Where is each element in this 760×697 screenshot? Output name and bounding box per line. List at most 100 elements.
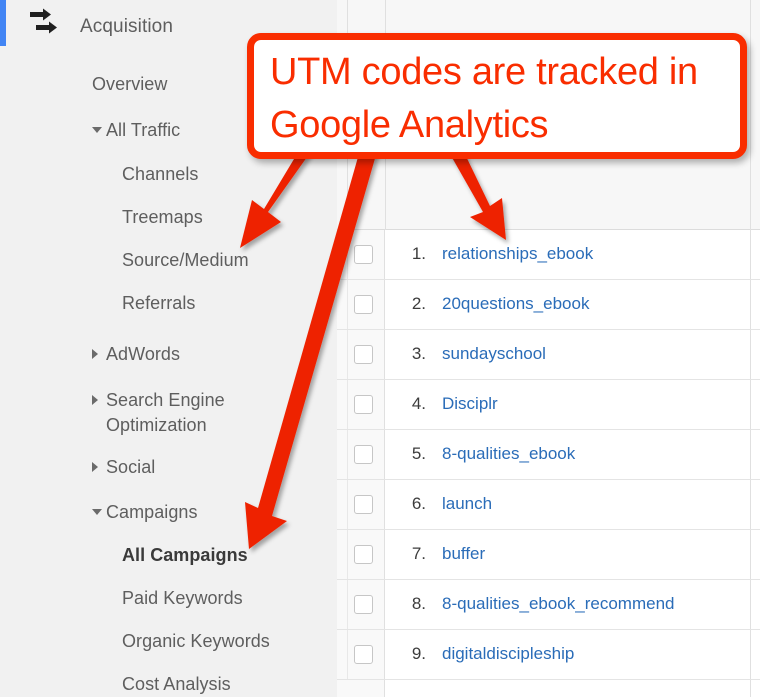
sidebar-item-organic-keywords[interactable]: Organic Keywords: [122, 629, 270, 654]
row-right-divider: [750, 380, 751, 429]
sidebar-item-label: Organic Keywords: [122, 631, 270, 651]
row-left-divider: [347, 280, 348, 329]
campaign-link[interactable]: 8-qualities_ebook_recommend: [442, 594, 674, 614]
sidebar-item-channels[interactable]: Channels: [122, 162, 198, 187]
header-divider-checkbox: [385, 0, 386, 230]
row-rank: 8.: [411, 594, 426, 613]
row-left-divider: [347, 430, 348, 479]
header-divider-right: [750, 0, 751, 230]
row-checkbox-cell: [337, 330, 385, 379]
row-right-divider: [750, 680, 751, 697]
chevron-right-icon[interactable]: [92, 462, 98, 472]
sidebar-item-label: Overview: [92, 74, 168, 94]
table-row: 2. 20questions_ebook: [337, 280, 760, 330]
sidebar-item-overview[interactable]: Overview: [92, 72, 167, 97]
row-select-checkbox[interactable]: [354, 345, 373, 364]
sidebar-item-source-medium[interactable]: Source/Medium: [122, 248, 249, 273]
table-row: 7. buffer: [337, 530, 760, 580]
row-right-divider: [750, 530, 751, 579]
row-rank: 3.: [411, 344, 426, 363]
row-left-divider: [347, 230, 348, 279]
chevron-right-icon[interactable]: [92, 395, 98, 405]
chevron-down-icon[interactable]: [92, 127, 102, 133]
row-select-checkbox[interactable]: [354, 645, 373, 664]
sidebar-item-search-engine-optimization[interactable]: Search Engine Optimization: [106, 388, 225, 438]
active-section-indicator: [0, 0, 6, 46]
row-select-checkbox[interactable]: [354, 245, 373, 264]
row-select-checkbox[interactable]: [354, 595, 373, 614]
row-left-divider: [347, 330, 348, 379]
sidebar-item-treemaps[interactable]: Treemaps: [122, 205, 203, 230]
row-checkbox-cell: [337, 580, 385, 629]
row-rank: 7.: [411, 544, 426, 563]
sidebar-item-label: Search Engine Optimization: [106, 390, 225, 435]
sidebar-item-label: Channels: [122, 164, 199, 184]
row-right-divider: [750, 430, 751, 479]
sidebar-item-label: AdWords: [106, 344, 181, 364]
sidebar-item-referrals[interactable]: Referrals: [122, 291, 195, 316]
row-right-divider: [750, 330, 751, 379]
row-rank: 6.: [411, 494, 426, 513]
row-right-divider: [750, 480, 751, 529]
row-checkbox-cell: [337, 480, 385, 529]
sidebar-item-all-campaigns[interactable]: All Campaigns: [122, 543, 248, 568]
row-rank: 9.: [411, 644, 426, 663]
row-checkbox-cell: [337, 680, 385, 697]
campaigns-row-list: 1. relationships_ebook 2. 20questions_ebook…: [337, 230, 760, 697]
sidebar-item-label: All Campaigns: [122, 545, 248, 565]
campaigns-table-panel: 1. relationships_ebook 2. 20questions_ebook…: [337, 0, 760, 697]
campaign-link[interactable]: Disciplr: [442, 394, 498, 414]
row-right-divider: [750, 230, 751, 279]
table-header-region: [337, 0, 760, 230]
chevron-right-icon[interactable]: [92, 349, 98, 359]
row-left-divider: [347, 480, 348, 529]
table-row: 1. relationships_ebook: [337, 230, 760, 280]
sidebar-item-social[interactable]: Social: [106, 455, 155, 480]
table-row: 6. launch: [337, 480, 760, 530]
row-left-divider: [347, 630, 348, 679]
table-row: 4. Disciplr: [337, 380, 760, 430]
chevron-down-icon[interactable]: [92, 509, 102, 515]
campaign-link[interactable]: digitaldiscipleship: [442, 644, 574, 664]
row-select-checkbox[interactable]: [354, 495, 373, 514]
sidebar-item-label: Treemaps: [122, 207, 203, 227]
sidebar-item-label: Paid Keywords: [122, 588, 243, 608]
row-select-checkbox[interactable]: [354, 445, 373, 464]
sidebar-item-paid-keywords[interactable]: Paid Keywords: [122, 586, 243, 611]
campaign-link[interactable]: launch: [442, 494, 492, 514]
table-row: 9. digitaldiscipleship: [337, 630, 760, 680]
table-row-partial: [337, 680, 760, 697]
row-left-divider: [347, 530, 348, 579]
sidebar-item-label: Cost Analysis: [122, 674, 231, 694]
acquisition-arrows-icon: [28, 8, 62, 38]
row-left-divider: [347, 580, 348, 629]
row-right-divider: [750, 580, 751, 629]
campaign-link[interactable]: 20questions_ebook: [442, 294, 589, 314]
row-checkbox-cell: [337, 380, 385, 429]
campaign-link[interactable]: relationships_ebook: [442, 244, 593, 264]
sidebar-item-adwords[interactable]: AdWords: [106, 342, 180, 367]
row-select-checkbox[interactable]: [354, 545, 373, 564]
sidebar-item-campaigns[interactable]: Campaigns: [106, 500, 198, 525]
row-checkbox-cell: [337, 530, 385, 579]
table-row: 8. 8-qualities_ebook_recommend: [337, 580, 760, 630]
row-rank: 2.: [411, 294, 426, 313]
row-checkbox-cell: [337, 430, 385, 479]
sidebar-section-title[interactable]: Acquisition: [80, 16, 173, 38]
campaign-link[interactable]: buffer: [442, 544, 485, 564]
table-row: 5. 8-qualities_ebook: [337, 430, 760, 480]
campaign-link[interactable]: sundayschool: [442, 344, 546, 364]
row-left-divider: [347, 380, 348, 429]
sidebar-item-label: Source/Medium: [122, 250, 249, 270]
sidebar-item-all-traffic[interactable]: All Traffic: [106, 118, 180, 143]
google-analytics-screenshot: Acquisition Overview All Traffic Channels T…: [0, 0, 760, 697]
row-select-checkbox[interactable]: [354, 295, 373, 314]
row-rank: 5.: [411, 444, 426, 463]
sidebar-item-cost-analysis[interactable]: Cost Analysis: [122, 672, 231, 697]
campaign-link[interactable]: 8-qualities_ebook: [442, 444, 575, 464]
row-rank: 1.: [411, 244, 426, 263]
row-select-checkbox[interactable]: [354, 395, 373, 414]
sidebar-item-label: Referrals: [122, 293, 196, 313]
acquisition-sidebar: Acquisition Overview All Traffic Channels T…: [0, 0, 337, 697]
header-divider-left: [347, 0, 348, 230]
